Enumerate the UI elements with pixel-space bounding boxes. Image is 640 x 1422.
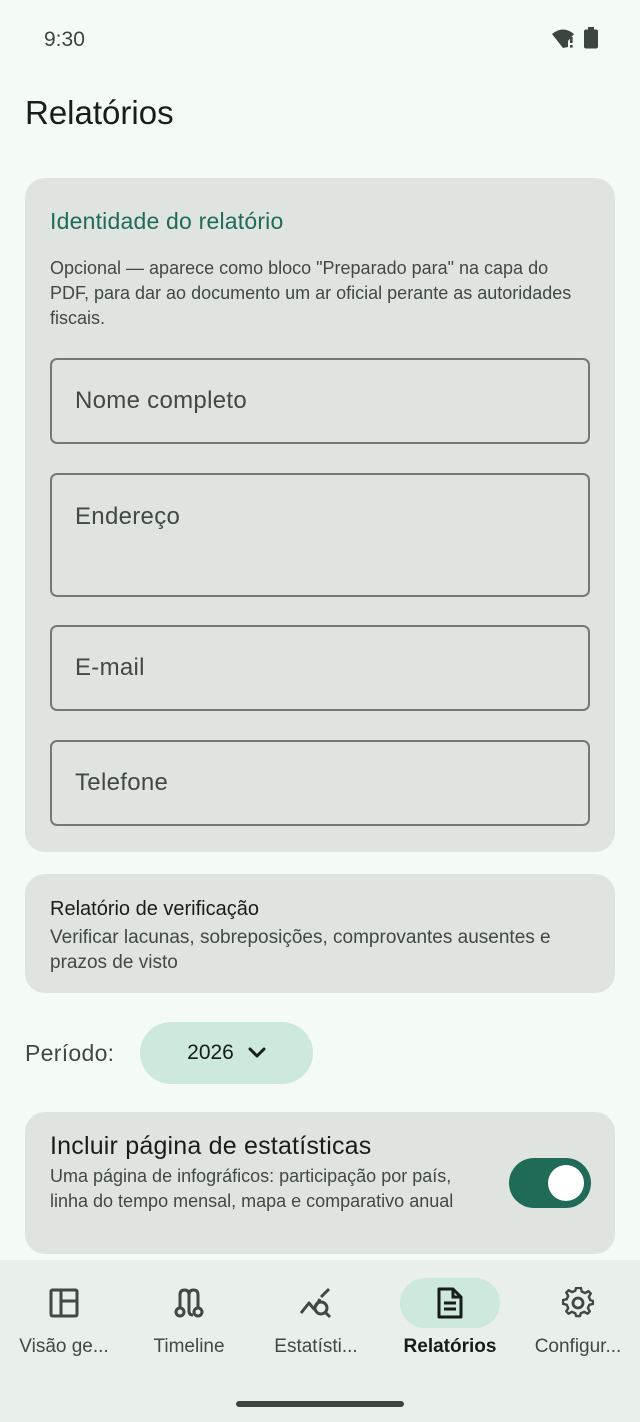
status-bar: 9:30 <box>0 0 640 78</box>
nav-label: Estatísti... <box>274 1336 358 1357</box>
nav-label: Configur... <box>534 1336 622 1357</box>
stats-search-icon <box>299 1287 332 1319</box>
status-time: 9:30 <box>44 28 85 51</box>
stats-option-title: Incluir página de estatísticas <box>50 1132 372 1160</box>
nav-icon-container <box>528 1278 628 1328</box>
full-name-field[interactable]: Nome completo <box>50 358 590 444</box>
address-field[interactable]: Endereço <box>50 473 590 597</box>
full-name-placeholder: Nome completo <box>75 387 247 414</box>
period-value: 2026 <box>187 1041 234 1064</box>
document-icon <box>437 1287 463 1319</box>
gear-icon <box>562 1287 594 1318</box>
gesture-handle <box>236 1401 404 1407</box>
period-label: Período: <box>25 1040 115 1066</box>
address-placeholder: Endereço <box>75 503 181 530</box>
nav-item-overview[interactable]: Visão ge... <box>0 1260 128 1370</box>
battery-icon <box>584 27 598 49</box>
wifi-alert-icon <box>552 29 574 48</box>
dashboard-icon <box>49 1288 79 1318</box>
toggle-knob <box>548 1165 584 1201</box>
phone-field[interactable]: Telefone <box>50 740 590 826</box>
nav-icon-container <box>266 1278 366 1328</box>
verification-report-card[interactable]: Relatório de verificação Verificar lacun… <box>25 874 615 993</box>
stats-page-option-card: Incluir página de estatísticas Uma págin… <box>25 1112 615 1254</box>
verification-title: Relatório de verificação <box>50 898 259 920</box>
email-field[interactable]: E-mail <box>50 625 590 711</box>
nav-label: Timeline <box>153 1336 225 1357</box>
identity-description: Opcional — aparece como bloco "Preparado… <box>50 258 572 328</box>
identity-heading: Identidade do relatório <box>50 208 284 234</box>
nav-icon-container <box>14 1278 114 1328</box>
nav-item-reports[interactable]: Relatórios <box>386 1260 514 1370</box>
nav-icon-container <box>400 1278 500 1328</box>
email-placeholder: E-mail <box>75 654 145 681</box>
nav-item-settings[interactable]: Configur... <box>514 1260 640 1370</box>
phone-placeholder: Telefone <box>75 769 169 796</box>
verification-subtitle: Verificar lacunas, sobreposições, compro… <box>50 927 551 973</box>
chevron-down-icon <box>248 1047 266 1058</box>
nav-item-statistics[interactable]: Estatísti... <box>252 1260 380 1370</box>
report-identity-card: Identidade do relatório Opcional — apare… <box>25 178 615 852</box>
period-dropdown[interactable]: 2026 <box>140 1022 313 1084</box>
timeline-route-icon <box>174 1288 204 1318</box>
nav-label: Relatórios <box>403 1336 497 1357</box>
nav-icon-container <box>139 1278 239 1328</box>
bottom-navigation: Visão ge... Timeline Estatísti... Relató… <box>0 1260 640 1422</box>
stats-page-toggle[interactable] <box>509 1158 591 1208</box>
stats-option-description: Uma página de infográficos: participação… <box>50 1166 454 1211</box>
nav-label: Visão ge... <box>19 1336 109 1357</box>
page-title: Relatórios <box>25 94 174 131</box>
nav-item-timeline[interactable]: Timeline <box>125 1260 253 1370</box>
status-icons <box>551 27 598 49</box>
